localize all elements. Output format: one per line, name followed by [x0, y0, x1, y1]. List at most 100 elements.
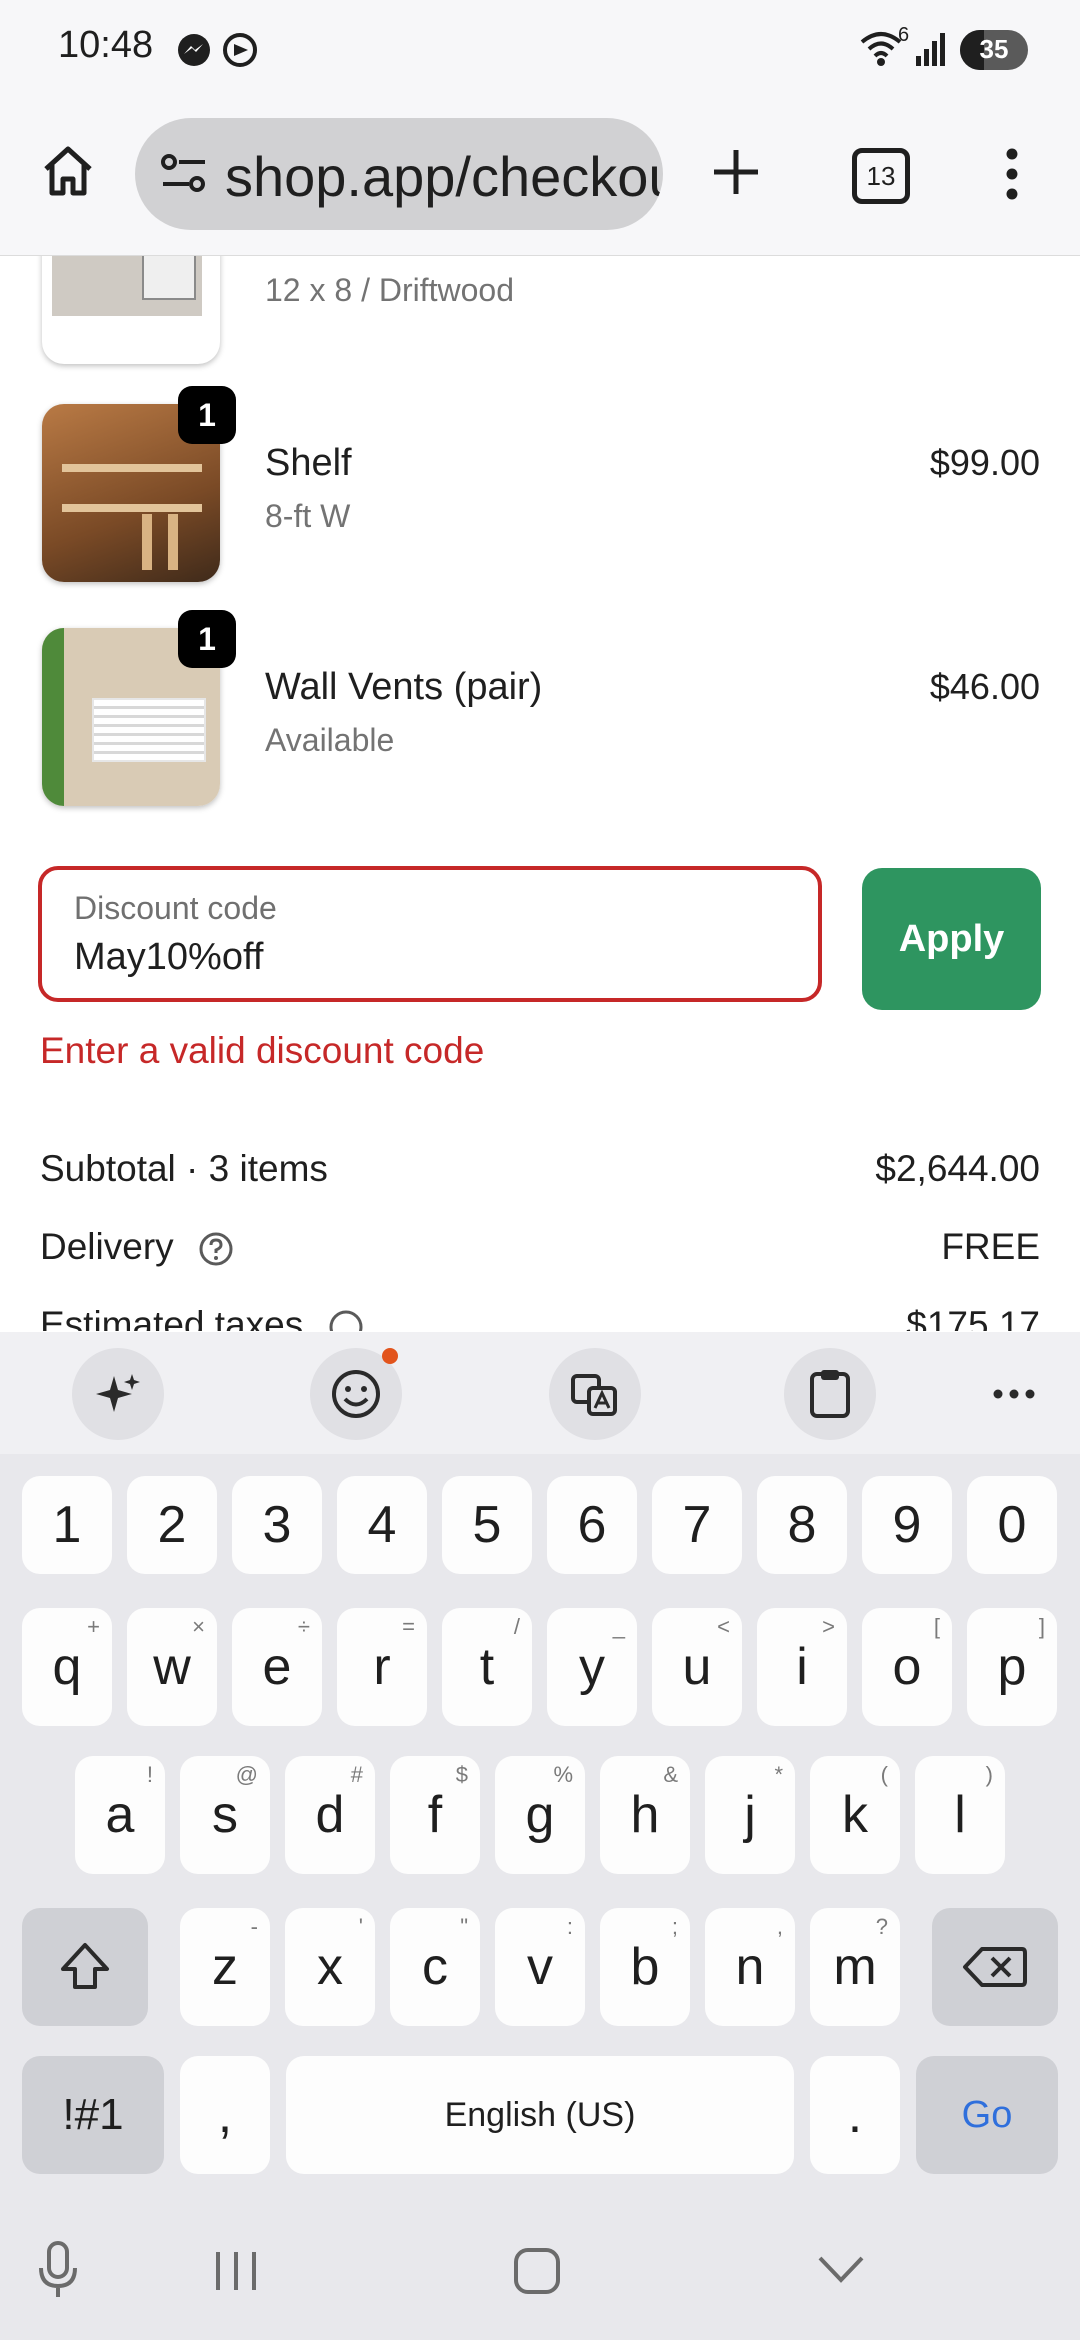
app-notification-icon — [223, 33, 257, 67]
more-options-icon[interactable] — [992, 1388, 1036, 1400]
key-label: i — [796, 1638, 808, 1696]
key-t[interactable]: t / — [442, 1608, 532, 1726]
key-e[interactable]: e ÷ — [232, 1608, 322, 1726]
key-y[interactable]: y _ — [547, 1608, 637, 1726]
status-bar: 10:48 6 35 — [0, 0, 1080, 100]
item-name: Wall Vents (pair) — [265, 666, 543, 708]
item-price: $99.00 — [929, 442, 1040, 483]
key-v[interactable]: v: — [495, 1908, 585, 2026]
recent-apps-icon[interactable] — [212, 2248, 260, 2294]
key-label: h — [630, 1786, 660, 1844]
key-label: t — [479, 1638, 495, 1696]
hide-keyboard-icon[interactable] — [816, 2254, 866, 2284]
key-g[interactable]: g% — [495, 1756, 585, 1874]
key-5[interactable]: 5 — [442, 1476, 532, 1574]
emoji-button[interactable] — [310, 1348, 402, 1440]
key-w[interactable]: w × — [127, 1608, 217, 1726]
item-variant: Available — [265, 722, 395, 758]
symbols-key[interactable]: !#1 — [22, 2056, 164, 2174]
space-key[interactable]: English (US) — [286, 2056, 794, 2174]
translate-icon — [571, 1374, 617, 1416]
key-hint: = — [402, 1614, 415, 1639]
key-r[interactable]: r = — [337, 1608, 427, 1726]
key-s[interactable]: s @ — [180, 1756, 270, 1874]
translate-button[interactable] — [549, 1348, 641, 1440]
key-label: 1 — [52, 1496, 82, 1554]
key-label: 0 — [997, 1496, 1027, 1554]
key-label: l — [954, 1786, 966, 1844]
key-b[interactable]: b; — [600, 1908, 690, 2026]
discount-code-input[interactable]: May10%off — [74, 936, 263, 979]
period-key[interactable]: . — [810, 2056, 900, 2174]
backspace-key[interactable] — [932, 1908, 1058, 2026]
key-hint: ) — [985, 1762, 993, 1787]
discount-code-field[interactable]: Discount code May10%off — [38, 866, 822, 1002]
key-h[interactable]: h & — [600, 1756, 690, 1874]
key-4[interactable]: 4 — [337, 1476, 427, 1574]
key-label: j — [744, 1786, 756, 1844]
key-m[interactable]: m? — [810, 1908, 900, 2026]
microphone-icon[interactable] — [36, 2240, 80, 2300]
key-label: 6 — [577, 1496, 607, 1554]
notification-dot — [382, 1348, 398, 1364]
key-p[interactable]: p] — [967, 1608, 1057, 1726]
key-k[interactable]: k( — [810, 1756, 900, 1874]
key-label: d — [315, 1786, 345, 1844]
shift-key[interactable] — [22, 1908, 148, 2026]
clipboard-button[interactable] — [784, 1348, 876, 1440]
comma-key[interactable]: , — [180, 2056, 270, 2174]
key-label: 7 — [682, 1496, 712, 1554]
key-7[interactable]: 7 — [652, 1476, 742, 1574]
key-8[interactable]: 8 — [757, 1476, 847, 1574]
key-hint: ] — [1038, 1614, 1045, 1639]
site-settings-icon[interactable] — [159, 150, 209, 198]
key-hint: ? — [875, 1914, 888, 1939]
key-c[interactable]: c " — [390, 1908, 480, 2026]
subtotal-label: Subtotal · 3 items — [40, 1148, 328, 1189]
key-hint: * — [774, 1762, 783, 1787]
sparkle-icon — [96, 1374, 140, 1412]
new-tab-icon[interactable] — [710, 146, 762, 198]
key-label: k — [842, 1786, 868, 1844]
key-f[interactable]: f $ — [390, 1756, 480, 1874]
item-price: $46.00 — [929, 666, 1040, 707]
key-j[interactable]: j * — [705, 1756, 795, 1874]
discount-code-label: Discount code — [74, 890, 277, 926]
backspace-icon — [963, 1947, 1027, 1987]
key-a[interactable]: a! — [75, 1756, 165, 1874]
apply-discount-button[interactable]: Apply — [862, 868, 1041, 1010]
key-i[interactable]: i > — [757, 1608, 847, 1726]
key-9[interactable]: 9 — [862, 1476, 952, 1574]
key-l[interactable]: l) — [915, 1756, 1005, 1874]
key-u[interactable]: u < — [652, 1608, 742, 1726]
key-n[interactable]: n, — [705, 1908, 795, 2026]
help-icon[interactable] — [328, 1309, 364, 1331]
key-x[interactable]: x ' — [285, 1908, 375, 2026]
key-0[interactable]: 0 — [967, 1476, 1057, 1574]
key-hint: # — [350, 1762, 363, 1787]
help-icon[interactable] — [198, 1231, 234, 1267]
key-3[interactable]: 3 — [232, 1476, 322, 1574]
home-icon[interactable] — [40, 143, 96, 199]
key-label: v — [527, 1938, 553, 1996]
key-6[interactable]: 6 — [547, 1476, 637, 1574]
key-hint: : — [566, 1914, 573, 1939]
key-hint: < — [717, 1614, 730, 1639]
key-2[interactable]: 2 — [127, 1476, 217, 1574]
key-hint: ; — [671, 1914, 678, 1939]
key-1[interactable]: 1 — [22, 1476, 112, 1574]
address-bar[interactable]: shop.app/checkout — [135, 118, 663, 230]
key-o[interactable]: o[ — [862, 1608, 952, 1726]
key-z[interactable]: z- — [180, 1908, 270, 2026]
key-q[interactable]: q + — [22, 1608, 112, 1726]
ai-tools-button[interactable] — [72, 1348, 164, 1440]
emoji-icon — [332, 1370, 380, 1418]
go-key[interactable]: Go — [916, 2056, 1058, 2174]
more-menu-icon[interactable] — [1000, 148, 1024, 200]
key-hint: > — [822, 1614, 835, 1639]
key-hint: $ — [455, 1762, 468, 1787]
key-hint: ÷ — [297, 1614, 310, 1639]
key-d[interactable]: d # — [285, 1756, 375, 1874]
tab-switcher-button[interactable]: 13 — [852, 148, 910, 204]
home-nav-icon[interactable] — [512, 2246, 562, 2296]
